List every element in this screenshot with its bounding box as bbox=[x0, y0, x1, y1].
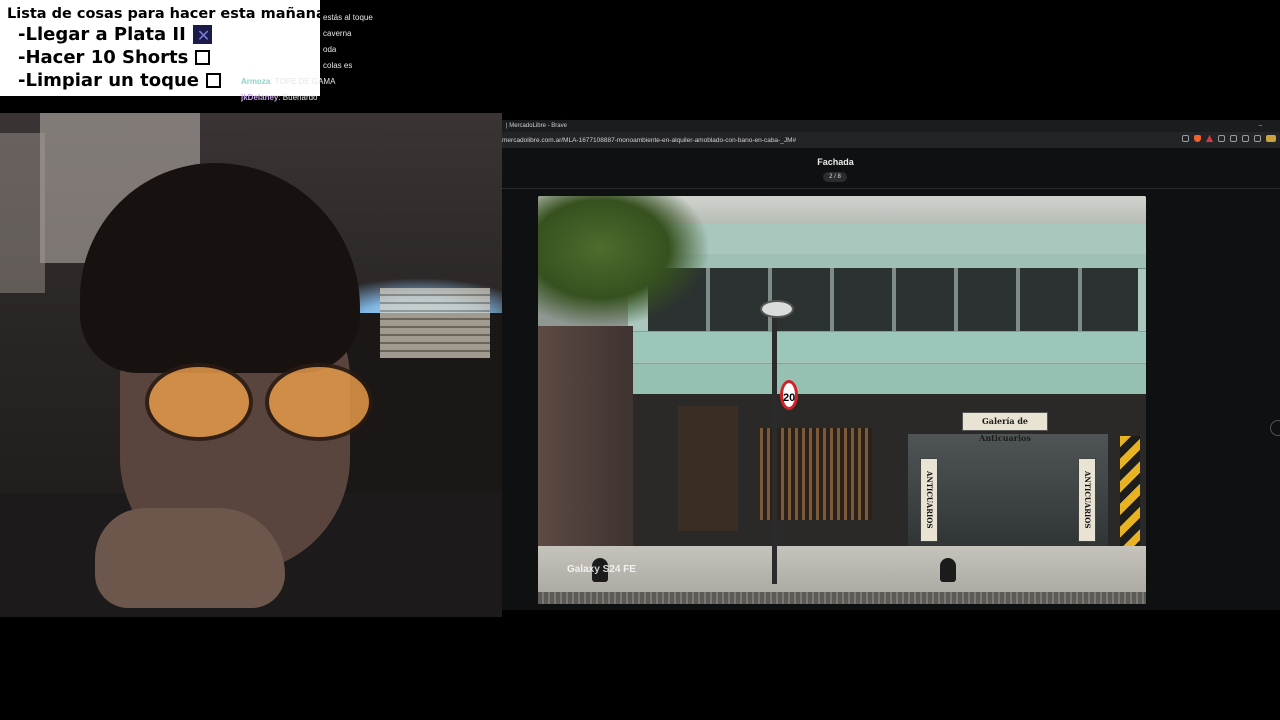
chat-message: jkDelaney: Buenardo bbox=[241, 90, 391, 106]
vertical-sign: ANTICUARIOS bbox=[1078, 458, 1096, 542]
wallet-icon[interactable] bbox=[1242, 135, 1249, 142]
minimize-button[interactable]: – bbox=[1259, 120, 1262, 132]
todo-item-label: -Limpiar un toque bbox=[18, 70, 199, 91]
background-books bbox=[380, 288, 490, 358]
camera-watermark: Galaxy S24 FE bbox=[567, 564, 636, 575]
street-lamp bbox=[760, 300, 794, 318]
browser-window: | MercadoLibre - Brave – mercadolibre.co… bbox=[502, 120, 1280, 610]
building-panel bbox=[628, 331, 1146, 362]
sunglasses-lens bbox=[145, 363, 253, 441]
tree bbox=[538, 196, 708, 326]
vertical-sign: ANTICUARIOS bbox=[920, 458, 938, 542]
bollard bbox=[940, 558, 956, 582]
listing-photo[interactable]: 20 Galería de Anticuarios ANTICUARIOS AN… bbox=[538, 196, 1146, 604]
hazard-stripes bbox=[1120, 436, 1140, 554]
window-titlebar: | MercadoLibre - Brave – bbox=[502, 120, 1280, 132]
brave-shields-icon[interactable] bbox=[1194, 135, 1201, 142]
neighbor-building bbox=[538, 326, 633, 546]
extensions-icon[interactable] bbox=[1218, 135, 1225, 142]
chat-message: estás al toque bbox=[323, 13, 373, 22]
todo-item-label: -Llegar a Plata II bbox=[18, 24, 186, 45]
building-windows bbox=[648, 268, 1138, 332]
viewer-divider bbox=[502, 188, 1280, 189]
window-title: | MercadoLibre - Brave bbox=[506, 123, 567, 129]
stream-chat: estás al toque caverna oda colas es Armo… bbox=[241, 10, 391, 106]
building-panel bbox=[628, 363, 1146, 394]
chat-message: oda bbox=[323, 45, 337, 54]
menu-icon[interactable] bbox=[1254, 135, 1261, 142]
todo-item-label: -Hacer 10 Shorts bbox=[18, 47, 189, 68]
photo-counter: 2 / 8 bbox=[823, 172, 847, 182]
background-poster bbox=[0, 133, 45, 293]
brave-rewards-icon[interactable] bbox=[1206, 135, 1213, 142]
speed-limit-sign: 20 bbox=[780, 380, 798, 410]
webcam-feed bbox=[0, 113, 502, 617]
sidebar-icon[interactable] bbox=[1230, 135, 1237, 142]
store-sign: Galería de Anticuarios bbox=[962, 412, 1048, 443]
url-text[interactable]: mercadolibre.com.ar/MLA-1677108887-monoa… bbox=[502, 137, 796, 144]
checked-box-icon bbox=[192, 24, 212, 47]
curb bbox=[538, 592, 1146, 604]
empty-checkbox-icon bbox=[195, 50, 211, 65]
chat-username: Armoza bbox=[241, 77, 271, 86]
chat-text: : Buenardo bbox=[278, 93, 318, 102]
share-icon[interactable] bbox=[1182, 135, 1189, 142]
photo-viewer: Fachada 2 / 8 20 Galería de Anticuarios … bbox=[502, 148, 1280, 610]
photo-title: Fachada bbox=[817, 157, 854, 167]
account-icon[interactable] bbox=[1266, 135, 1276, 142]
chat-message: Armoza: TOPE DE GAMA bbox=[241, 74, 391, 90]
sunglasses-lens bbox=[265, 363, 373, 441]
chat-message: colas es bbox=[323, 61, 353, 70]
chat-username: jkDelaney bbox=[241, 93, 279, 102]
street-lamp-pole bbox=[772, 312, 777, 584]
toolbar bbox=[1182, 135, 1276, 142]
empty-checkbox-icon bbox=[205, 73, 221, 88]
address-bar[interactable]: mercadolibre.com.ar/MLA-1677108887-monoa… bbox=[502, 132, 1280, 148]
chat-text: : TOPE DE GAMA bbox=[270, 77, 336, 86]
chat-message: caverna bbox=[323, 29, 352, 38]
streamer-hand bbox=[95, 508, 285, 608]
building-entrance bbox=[678, 406, 738, 531]
next-photo-button[interactable] bbox=[1270, 420, 1280, 436]
